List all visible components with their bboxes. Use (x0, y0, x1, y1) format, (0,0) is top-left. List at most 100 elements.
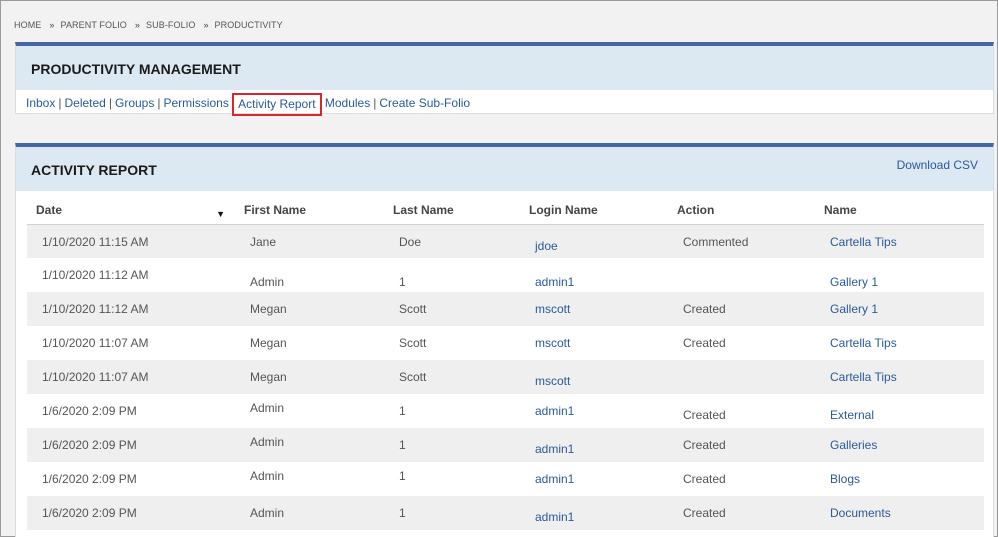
cell-action: Created (683, 336, 726, 350)
activity-report-panel: ACTIVITY REPORT Download CSV Date ▼ First… (15, 143, 994, 537)
cell-login-name[interactable]: admin1 (520, 428, 668, 462)
cell-action: Created (683, 472, 726, 486)
nav-link-create-sub-folio[interactable]: Create Sub-Folio (379, 96, 470, 110)
cell-last-name: 1 (399, 469, 406, 483)
nav-separator: | (157, 96, 161, 110)
panel-title: ACTIVITY REPORT (31, 162, 157, 178)
nav-link-groups[interactable]: Groups (115, 96, 154, 110)
cell-name[interactable]: External (815, 394, 984, 428)
column-header-action[interactable]: Action (668, 199, 815, 225)
cell-name[interactable]: Gallery 1 (815, 258, 984, 292)
cell-first-name: Admin (235, 428, 384, 462)
management-nav: Inbox | Deleted | Groups | Permissions Activit… (16, 90, 993, 116)
cell-login-name[interactable]: admin1 (520, 258, 668, 292)
cell-action: Created (683, 408, 726, 422)
cell-name[interactable]: Cartella Tips (815, 224, 984, 258)
cell-date: 1/10/2020 11:12 AM (42, 268, 149, 282)
nav-link-permissions[interactable]: Permissions (163, 96, 228, 110)
cell-first-name: Jane (235, 224, 384, 258)
cell-name[interactable]: Gallery 1 (815, 292, 984, 326)
cell-login-name[interactable]: admin1 (520, 462, 668, 496)
breadcrumb-separator: » (134, 20, 141, 30)
activity-table: Date ▼ First Name Last Name Login Name Ac… (27, 199, 984, 530)
table-row: 1/10/2020 11:12 AM Megan Scott mscott Create… (27, 292, 984, 326)
cell-action (668, 360, 815, 394)
table-header-row: Date ▼ First Name Last Name Login Name Ac… (27, 199, 984, 225)
breadcrumb-sub-folio[interactable]: SUB-FOLIO (146, 20, 195, 30)
cell-last-name: 1 (384, 496, 520, 530)
cell-login-name[interactable]: admin1 (520, 394, 668, 428)
cell-first-name: Megan (235, 360, 384, 394)
nav-separator: | (108, 96, 112, 110)
breadcrumb-parent-folio[interactable]: PARENT FOLIO (61, 20, 127, 30)
breadcrumb: HOME » PARENT FOLIO » SUB-FOLIO » PRODUCTIVITY (14, 20, 283, 30)
table-row: 1/6/2020 2:09 PM Admin 1 admin1 Created Exter… (27, 394, 984, 428)
nav-link-deleted[interactable]: Deleted (64, 96, 105, 110)
cell-action: Created (668, 496, 815, 530)
table-row: 1/6/2020 2:09 PM Admin 1 admin1 Created Docum… (27, 496, 984, 530)
table-row: 1/10/2020 11:15 AM Jane Doe jdoe Commented Ca… (27, 224, 984, 258)
cell-first-name: Megan (235, 292, 384, 326)
nav-separator: | (373, 96, 377, 110)
cell-date: 1/10/2020 11:15 AM (27, 224, 235, 258)
column-header-name[interactable]: Name (815, 199, 984, 225)
column-header-date[interactable]: Date ▼ (27, 199, 235, 225)
panel-header: PRODUCTIVITY MANAGEMENT (16, 46, 993, 90)
cell-last-name: Scott (384, 292, 520, 326)
cell-last-name: 1 (399, 275, 406, 289)
cell-date: 1/10/2020 11:12 AM (27, 292, 235, 326)
cell-action: Commented (668, 224, 815, 258)
panel-header: ACTIVITY REPORT Download CSV (16, 147, 993, 191)
nav-link-inbox[interactable]: Inbox (26, 96, 55, 110)
table-row: 1/6/2020 2:09 PM Admin 1 admin1 Created Blogs (27, 462, 984, 496)
cell-login-name[interactable]: jdoe (520, 224, 668, 258)
cell-date: 1/10/2020 11:07 AM (27, 360, 235, 394)
breadcrumb-current: PRODUCTIVITY (214, 20, 283, 30)
breadcrumb-separator: » (203, 20, 209, 30)
highlight-box: Activity Report (232, 93, 322, 116)
cell-login-name[interactable]: mscott (520, 292, 668, 326)
cell-first-name: Megan (250, 336, 287, 350)
cell-name[interactable]: Documents (815, 496, 984, 530)
cell-action: Created (668, 428, 815, 462)
column-header-label: Date (36, 203, 63, 217)
cell-date: 1/6/2020 2:09 PM (27, 428, 235, 462)
cell-last-name: 1 (384, 428, 520, 462)
cell-last-name: Scott (399, 336, 427, 350)
nav-link-modules[interactable]: Modules (325, 96, 370, 110)
column-header-first-name[interactable]: First Name (235, 199, 384, 225)
cell-first-name: Admin (250, 401, 285, 415)
column-header-last-name[interactable]: Last Name (384, 199, 520, 225)
nav-link-activity-report[interactable]: Activity Report (238, 97, 315, 111)
cell-name[interactable]: Cartella Tips (815, 326, 984, 360)
cell-name[interactable]: Blogs (815, 462, 984, 496)
productivity-management-panel: PRODUCTIVITY MANAGEMENT Inbox | Deleted | Gr… (15, 42, 994, 116)
table-row: 1/10/2020 11:12 AM Admin 1 admin1 Gallery 1 (27, 258, 984, 292)
nav-separator: | (58, 96, 62, 110)
cell-login-name[interactable]: admin1 (520, 496, 668, 530)
cell-first-name: Admin (250, 469, 285, 483)
cell-date: 1/6/2020 2:09 PM (27, 496, 235, 530)
breadcrumb-separator: » (49, 20, 55, 30)
sort-descending-icon[interactable]: ▼ (216, 209, 225, 219)
cell-last-name: Scott (384, 360, 520, 394)
cell-first-name: Admin (250, 275, 285, 289)
cell-action (668, 258, 815, 292)
cell-action: Created (668, 292, 815, 326)
cell-name[interactable]: Cartella Tips (815, 360, 984, 394)
cell-first-name: Admin (235, 496, 384, 530)
cell-login-name[interactable]: mscott (520, 360, 668, 394)
download-csv-link[interactable]: Download CSV (897, 158, 978, 172)
table-row: 1/6/2020 2:09 PM Admin 1 admin1 Created Galle… (27, 428, 984, 462)
panel-title: PRODUCTIVITY MANAGEMENT (31, 61, 241, 77)
column-header-login-name[interactable]: Login Name (520, 199, 668, 225)
cell-last-name: 1 (399, 404, 406, 418)
cell-date: 1/6/2020 2:09 PM (42, 404, 137, 418)
cell-name[interactable]: Galleries (815, 428, 984, 462)
cell-last-name: Doe (384, 224, 520, 258)
cell-login-name[interactable]: mscott (520, 326, 668, 360)
breadcrumb-home[interactable]: HOME (14, 20, 41, 30)
cell-date: 1/10/2020 11:07 AM (42, 336, 149, 350)
table-row: 1/10/2020 11:07 AM Megan Scott mscott Cartel… (27, 360, 984, 394)
cell-date: 1/6/2020 2:09 PM (42, 472, 137, 486)
